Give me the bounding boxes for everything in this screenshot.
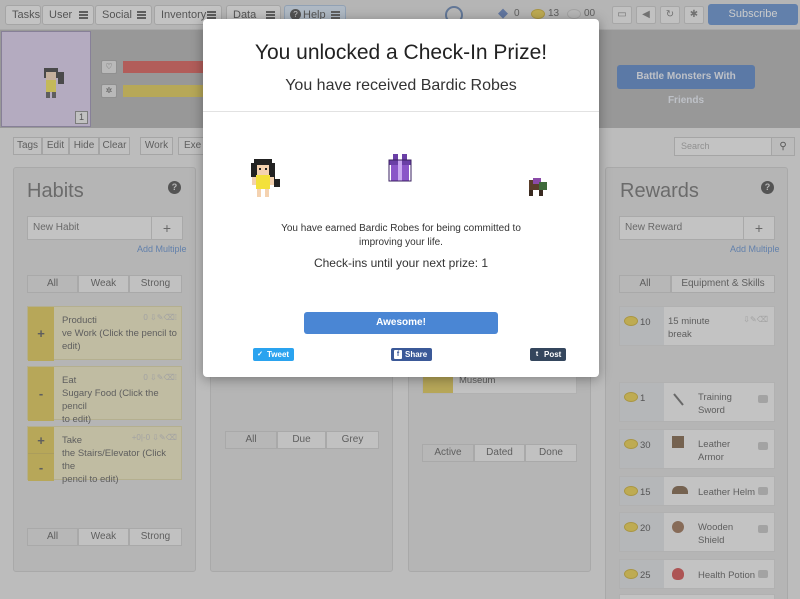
checkin-prize-modal: You unlocked a Check-In Prize! You have … [203, 19, 599, 377]
facebook-icon: f [394, 350, 402, 359]
modal-divider [203, 111, 599, 112]
share-label: Share [405, 350, 428, 359]
tweet-button[interactable]: ✓ Tweet [253, 348, 295, 361]
facebook-share-button[interactable]: f Share [391, 348, 433, 361]
earned-line1: You have earned Bardic Robes for being c… [281, 223, 521, 234]
pet-icon [529, 178, 547, 196]
tumblr-post-button[interactable]: t Post [530, 348, 567, 361]
character-avatar-icon [251, 159, 280, 197]
twitter-bird-icon: ✓ [256, 350, 264, 359]
tweet-label: Tweet [267, 350, 290, 359]
modal-title: You unlocked a Check-In Prize! [254, 41, 548, 64]
awesome-label: Awesome! [376, 317, 426, 328]
modal-subtitle: You have received Bardic Robes [285, 77, 517, 94]
tumblr-icon: t [533, 350, 541, 359]
earned-line2: improving your life. [359, 237, 443, 248]
awesome-button[interactable]: Awesome! [304, 312, 498, 334]
checkins-remaining: Check-ins until your next prize: 1 [313, 256, 489, 270]
gift-icon [388, 154, 412, 182]
modal-earned-text: You have earned Bardic Robes for being c… [273, 222, 529, 250]
post-label: Post [544, 350, 562, 359]
